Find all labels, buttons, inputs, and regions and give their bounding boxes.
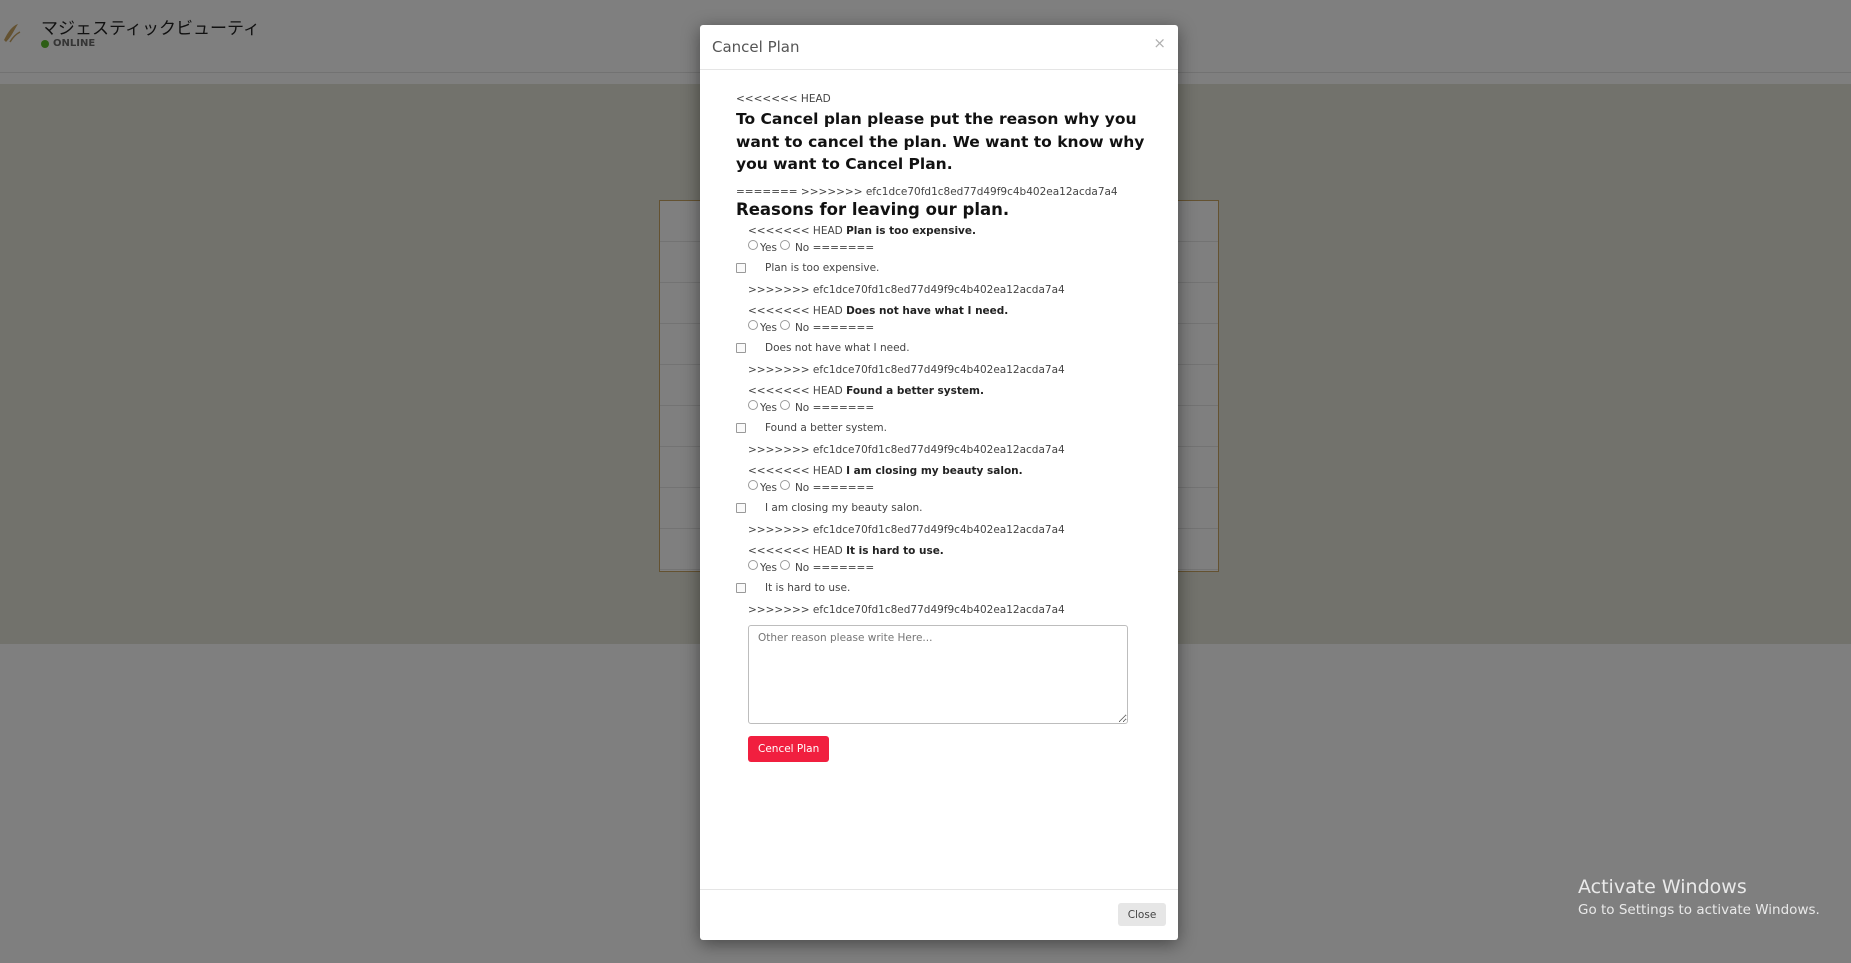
yes-label: Yes <box>760 241 777 254</box>
reasons-list: <<<<<<< HEAD Plan is too expensive. Yes No… <box>736 225 1156 616</box>
reason-yes-no: Yes No ======= <box>736 319 1156 334</box>
no-label: No ======= <box>794 561 875 574</box>
reason-title: Plan is too expensive. <box>846 224 977 237</box>
yes-label: Yes <box>760 321 777 334</box>
reason-checkbox-label: It is hard to use. <box>765 581 851 594</box>
reason-yes-no: Yes No ======= <box>736 559 1156 574</box>
yes-radio[interactable] <box>748 399 758 410</box>
reason-item: <<<<<<< HEAD Found a better system. Yes No… <box>736 385 1156 456</box>
reason-title: I am closing my beauty salon. <box>846 464 1023 477</box>
reason-checkbox-row: Does not have what I need. <box>736 342 1156 354</box>
reason-closing-marker: >>>>>>> efc1dce70fd1c8ed77d49f9c4b402ea1… <box>748 603 1065 616</box>
reason-head-line: <<<<<<< HEAD It is hard to use. <box>736 545 1156 557</box>
reason-title: It is hard to use. <box>846 544 944 557</box>
reason-checkbox-row: Found a better system. <box>736 422 1156 434</box>
yes-radio[interactable] <box>748 319 758 330</box>
yes-label: Yes <box>760 481 777 494</box>
reason-head-marker: <<<<<<< HEAD <box>748 464 843 477</box>
no-radio[interactable] <box>779 479 790 490</box>
reason-checkbox-label: Plan is too expensive. <box>765 261 880 274</box>
other-reason-textarea[interactable] <box>748 624 1128 724</box>
merge-separator-marker: ======= >>>>>>> efc1dce70fd1c8ed77d49f9c… <box>736 185 1118 198</box>
merge-head-marker: <<<<<<< HEAD <box>736 93 831 105</box>
modal-header: Cancel Plan × <box>700 25 1178 70</box>
reason-head-marker: <<<<<<< HEAD <box>748 384 843 397</box>
reason-closing-marker: >>>>>>> efc1dce70fd1c8ed77d49f9c4b402ea1… <box>748 363 1065 376</box>
reason-closing-marker: >>>>>>> efc1dce70fd1c8ed77d49f9c4b402ea1… <box>748 443 1065 456</box>
watermark-subtitle: Go to Settings to activate Windows. <box>1578 902 1820 918</box>
reason-head-marker: <<<<<<< HEAD <box>748 304 843 317</box>
reason-checkbox-row: I am closing my beauty salon. <box>736 502 1156 514</box>
reason-checkbox-row: It is hard to use. <box>736 582 1156 594</box>
modal-footer: Close <box>700 889 1178 940</box>
cancel-instructions: To Cancel plan please put the reason why… <box>736 110 1145 173</box>
watermark-title: Activate Windows <box>1578 876 1747 898</box>
reason-item: <<<<<<< HEAD I am closing my beauty salo… <box>736 465 1156 536</box>
reason-checkbox-label: I am closing my beauty salon. <box>765 501 923 514</box>
reason-checkbox-label: Does not have what I need. <box>765 341 910 354</box>
reason-closing-marker: >>>>>>> efc1dce70fd1c8ed77d49f9c4b402ea1… <box>748 283 1065 296</box>
reason-checkbox[interactable] <box>736 422 746 433</box>
no-radio[interactable] <box>779 319 790 330</box>
reason-head-line: <<<<<<< HEAD I am closing my beauty salo… <box>736 465 1156 477</box>
no-label: No ======= <box>794 401 875 414</box>
reason-title: Found a better system. <box>846 384 984 397</box>
reason-head-line: <<<<<<< HEAD Found a better system. <box>736 385 1156 397</box>
reasons-heading: Reasons for leaving our plan. <box>736 199 1010 219</box>
close-icon[interactable]: × <box>1153 34 1166 52</box>
no-radio[interactable] <box>779 559 790 570</box>
reason-checkbox[interactable] <box>736 262 746 273</box>
yes-radio[interactable] <box>748 559 758 570</box>
reason-item: <<<<<<< HEAD It is hard to use. Yes No ===… <box>736 545 1156 616</box>
reason-head-marker: <<<<<<< HEAD <box>748 224 843 237</box>
reason-head-marker: <<<<<<< HEAD <box>748 544 843 557</box>
reason-yes-no: Yes No ======= <box>736 239 1156 254</box>
yes-radio[interactable] <box>748 239 758 250</box>
reason-checkbox[interactable] <box>736 582 746 593</box>
modal-title: Cancel Plan <box>712 38 800 56</box>
reason-checkbox-row: Plan is too expensive. <box>736 262 1156 274</box>
reason-head-line: <<<<<<< HEAD Plan is too expensive. <box>736 225 1156 237</box>
no-label: No ======= <box>794 481 875 494</box>
cancel-plan-button[interactable]: Cencel Plan <box>748 735 830 762</box>
reason-yes-no: Yes No ======= <box>736 479 1156 494</box>
reason-item: <<<<<<< HEAD Plan is too expensive. Yes No… <box>736 225 1156 296</box>
yes-label: Yes <box>760 561 777 574</box>
no-label: No ======= <box>794 241 875 254</box>
reason-title: Does not have what I need. <box>846 304 1009 317</box>
reason-checkbox-label: Found a better system. <box>765 421 887 434</box>
reason-checkbox[interactable] <box>736 342 746 353</box>
reason-closing-marker: >>>>>>> efc1dce70fd1c8ed77d49f9c4b402ea1… <box>748 523 1065 536</box>
yes-radio[interactable] <box>748 479 758 490</box>
reason-yes-no: Yes No ======= <box>736 399 1156 414</box>
reason-head-line: <<<<<<< HEAD Does not have what I need. <box>736 305 1156 317</box>
windows-activation-watermark: Activate Windows Go to Settings to activ… <box>1578 876 1820 918</box>
no-radio[interactable] <box>779 399 790 410</box>
reason-checkbox[interactable] <box>736 502 746 513</box>
close-button[interactable]: Close <box>1118 903 1166 926</box>
cancel-plan-modal: Cancel Plan × <<<<<<< HEAD To Cancel pla… <box>700 25 1178 940</box>
modal-body: <<<<<<< HEAD To Cancel plan please put t… <box>736 93 1156 762</box>
reason-item: <<<<<<< HEAD Does not have what I need. Y… <box>736 305 1156 376</box>
no-label: No ======= <box>794 321 875 334</box>
yes-label: Yes <box>760 401 777 414</box>
no-radio[interactable] <box>779 239 790 250</box>
